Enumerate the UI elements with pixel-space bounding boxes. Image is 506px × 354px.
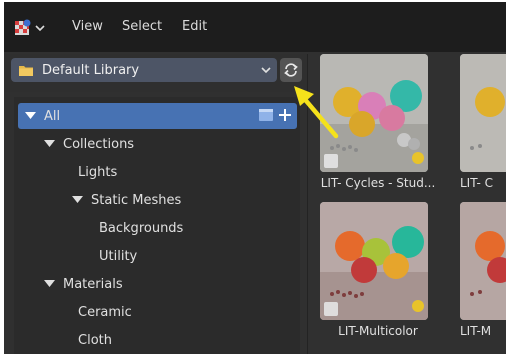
catalog-label: Materials: [63, 276, 123, 292]
asset-name: LIT- Cycles - Stud...: [320, 176, 436, 190]
new-catalog-icon[interactable]: [258, 108, 274, 122]
menu-select[interactable]: Select: [122, 19, 162, 34]
annotation-arrow-icon: [294, 86, 339, 139]
catalog-label: Lights: [78, 164, 118, 180]
catalog-item-materials[interactable]: Materials: [44, 271, 123, 297]
catalog-item-cloth[interactable]: Cloth: [78, 327, 112, 353]
asset-browser-icon: [15, 19, 31, 35]
expand-triangle-icon[interactable]: [25, 112, 36, 120]
expand-triangle-icon[interactable]: [72, 196, 83, 204]
asset-tile[interactable]: LIT-Multicolor: [308, 202, 438, 342]
catalog-item-utility[interactable]: Utility: [99, 243, 137, 269]
catalog-item-lights[interactable]: Lights: [78, 159, 117, 185]
asset-name: LIT- C: [460, 176, 493, 190]
catalog-label: Cloth: [78, 332, 112, 348]
expand-triangle-icon[interactable]: [44, 140, 55, 148]
refresh-icon: [284, 63, 298, 77]
asset-name: LIT-M: [460, 324, 492, 338]
folder-icon: [19, 66, 33, 76]
catalog-label: Backgrounds: [99, 220, 184, 236]
chevron-down-icon: [261, 67, 271, 74]
menu-view[interactable]: View: [72, 19, 103, 34]
catalog-item-backgrounds[interactable]: Backgrounds: [99, 215, 183, 241]
plus-icon[interactable]: [277, 107, 293, 123]
asset-tile[interactable]: LIT-M: [448, 202, 506, 342]
asset-browser-window: View Select Edit Default Library All Col…: [4, 2, 506, 354]
catalog-tree: All Collections Lights Static Meshes Bac…: [14, 97, 300, 354]
asset-thumbnail: [460, 54, 506, 172]
editor-type-button[interactable]: [14, 17, 52, 39]
catalog-label: Ceramic: [78, 304, 132, 320]
library-name: Default Library: [42, 62, 140, 78]
catalog-item-ceramic[interactable]: Ceramic: [78, 299, 132, 325]
asset-thumbnail: [460, 202, 506, 320]
asset-name: LIT-Multicolor: [338, 324, 418, 338]
catalog-item-static-meshes[interactable]: Static Meshes: [72, 187, 181, 213]
header-menubar: View Select Edit: [4, 2, 506, 52]
catalog-label: Collections: [63, 136, 135, 152]
catalog-label: All: [44, 108, 61, 124]
chevron-down-icon: [35, 25, 45, 32]
menu-edit[interactable]: Edit: [182, 19, 207, 34]
asset-thumbnail: [320, 202, 428, 320]
catalog-actions: [258, 107, 293, 123]
catalog-label: Utility: [99, 248, 138, 264]
expand-triangle-icon[interactable]: [44, 280, 55, 288]
refresh-library-button[interactable]: [280, 58, 302, 82]
asset-library-dropdown[interactable]: Default Library: [11, 58, 277, 82]
catalog-item-all[interactable]: All: [18, 103, 297, 129]
asset-tile[interactable]: LIT- C: [448, 54, 506, 194]
catalog-item-collections[interactable]: Collections: [44, 131, 134, 157]
catalog-label: Static Meshes: [91, 192, 182, 208]
